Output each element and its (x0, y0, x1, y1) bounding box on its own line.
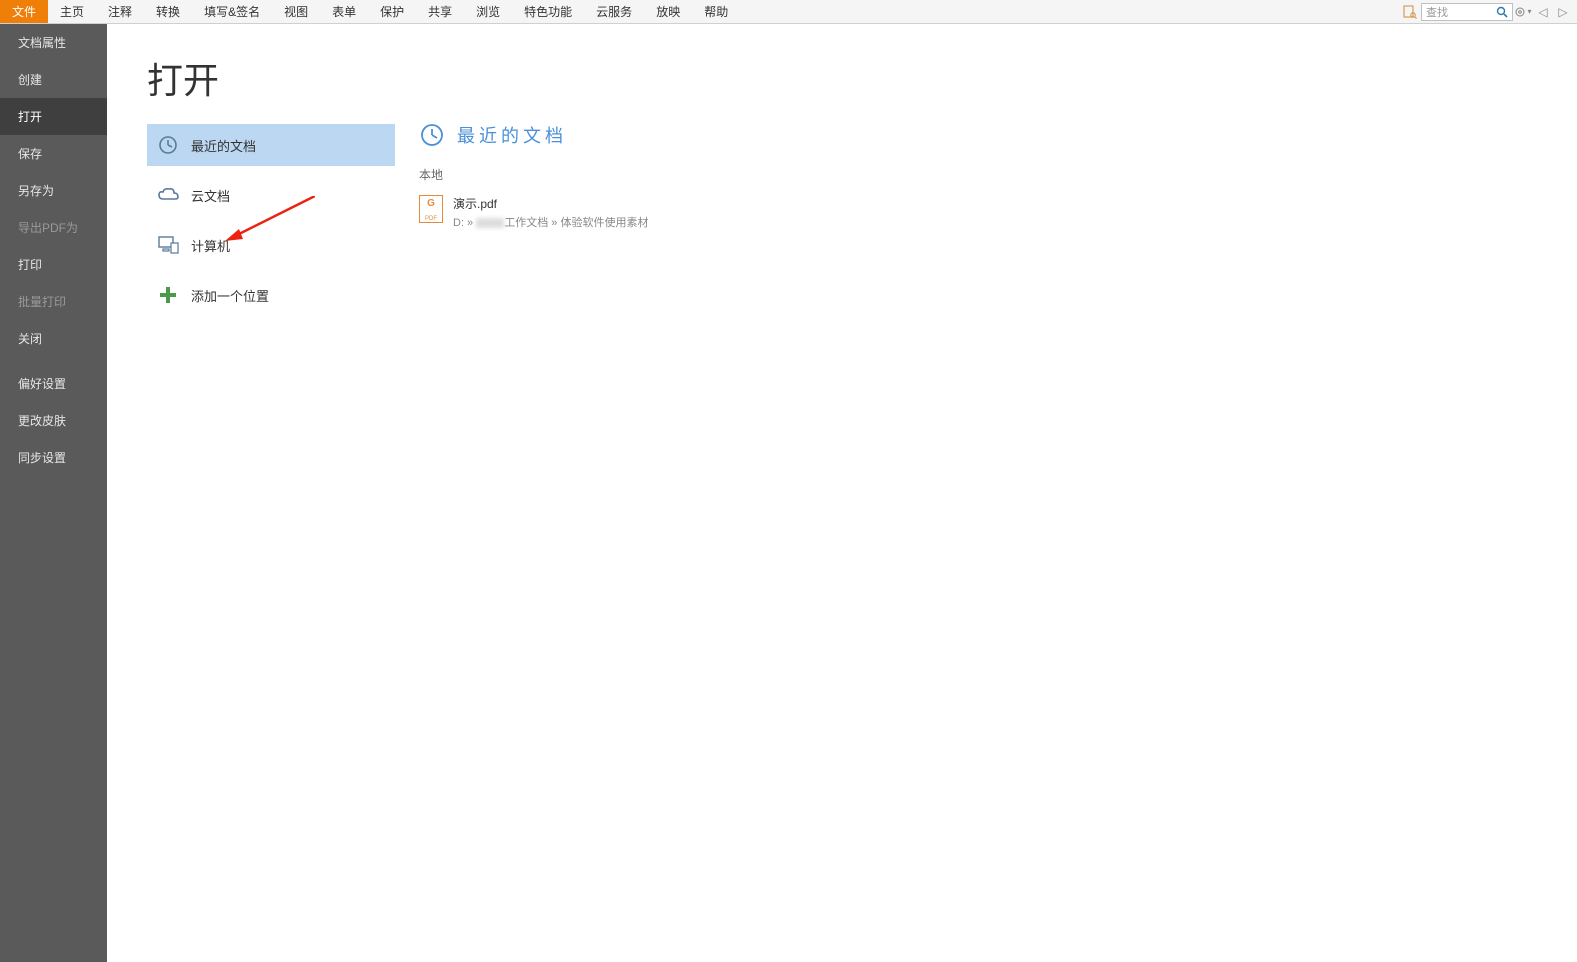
recent-file-item[interactable]: G PDF 演示.pdf D: » 工作文档 » 体验软件使用素材 (419, 191, 1553, 234)
sidebar: 文档属性 创建 打开 保存 另存为 导出PDF为 打印 批量打印 关闭 偏好设置… (0, 24, 107, 962)
nav-back-icon[interactable]: ◁ (1533, 2, 1553, 22)
file-path: D: » 工作文档 » 体验软件使用素材 (453, 214, 648, 230)
tab-comment[interactable]: 注释 (96, 0, 144, 23)
search-placeholder: 查找 (1422, 4, 1492, 20)
location-label: 计算机 (191, 236, 230, 255)
tab-home[interactable]: 主页 (48, 0, 96, 23)
open-locations-panel: 打开 最近的文档 云文档 计算机 添加一个位置 (107, 24, 395, 962)
sidebar-item-open[interactable]: 打开 (0, 98, 107, 135)
location-label: 云文档 (191, 186, 230, 205)
sidebar-item-skin[interactable]: 更改皮肤 (0, 402, 107, 439)
sidebar-item-create[interactable]: 创建 (0, 61, 107, 98)
tab-special[interactable]: 特色功能 (512, 0, 584, 23)
page-title: 打开 (147, 52, 395, 104)
search-icon[interactable] (1492, 2, 1512, 22)
sidebar-gap (0, 357, 107, 365)
clock-icon (157, 134, 179, 156)
recent-files-panel: 最近的文档 本地 G PDF 演示.pdf D: » 工作文档 » 体验软件使用… (395, 24, 1577, 962)
sidebar-item-save-as[interactable]: 另存为 (0, 172, 107, 209)
tab-protect[interactable]: 保护 (368, 0, 416, 23)
computer-icon (157, 234, 179, 256)
location-label: 最近的文档 (191, 136, 256, 155)
tab-file[interactable]: 文件 (0, 0, 48, 23)
sidebar-item-doc-properties[interactable]: 文档属性 (0, 24, 107, 61)
tab-form[interactable]: 表单 (320, 0, 368, 23)
location-recent[interactable]: 最近的文档 (147, 124, 395, 166)
file-name: 演示.pdf (453, 195, 648, 212)
search-and-nav: 查找 ▾ ◁ ▷ (1403, 0, 1577, 23)
search-box[interactable]: 查找 (1421, 3, 1513, 21)
tab-view[interactable]: 视图 (272, 0, 320, 23)
nav-fwd-icon[interactable]: ▷ (1553, 2, 1573, 22)
tab-convert[interactable]: 转换 (144, 0, 192, 23)
location-label: 添加一个位置 (191, 286, 269, 305)
pdf-file-icon: G PDF (419, 195, 443, 223)
location-add[interactable]: 添加一个位置 (147, 274, 395, 316)
recent-header: 最近的文档 (419, 122, 1553, 148)
sidebar-item-close[interactable]: 关闭 (0, 320, 107, 357)
sidebar-item-sync[interactable]: 同步设置 (0, 439, 107, 476)
tab-help[interactable]: 帮助 (692, 0, 740, 23)
location-computer[interactable]: 计算机 (147, 224, 395, 266)
gear-icon[interactable]: ▾ (1513, 2, 1533, 22)
clock-icon (419, 122, 445, 148)
cloud-icon (157, 184, 179, 206)
sidebar-item-print[interactable]: 打印 (0, 246, 107, 283)
sidebar-item-save[interactable]: 保存 (0, 135, 107, 172)
location-cloud[interactable]: 云文档 (147, 174, 395, 216)
file-info: 演示.pdf D: » 工作文档 » 体验软件使用素材 (453, 195, 648, 230)
sidebar-item-export-pdf[interactable]: 导出PDF为 (0, 209, 107, 246)
doc-search-icon[interactable] (1403, 5, 1417, 19)
main-area: 文档属性 创建 打开 保存 另存为 导出PDF为 打印 批量打印 关闭 偏好设置… (0, 24, 1577, 962)
plus-icon (157, 284, 179, 306)
tab-browse[interactable]: 浏览 (464, 0, 512, 23)
ribbon-tabs: 文件 主页 注释 转换 填写&签名 视图 表单 保护 共享 浏览 特色功能 云服… (0, 0, 1577, 24)
sidebar-item-preferences[interactable]: 偏好设置 (0, 365, 107, 402)
tab-cloud[interactable]: 云服务 (584, 0, 644, 23)
sidebar-item-batch-print[interactable]: 批量打印 (0, 283, 107, 320)
tab-fill-sign[interactable]: 填写&签名 (192, 0, 272, 23)
tab-share[interactable]: 共享 (416, 0, 464, 23)
recent-header-text: 最近的文档 (457, 122, 567, 148)
tab-play[interactable]: 放映 (644, 0, 692, 23)
recent-section-label: 本地 (419, 166, 1553, 183)
blurred-segment (476, 218, 504, 228)
